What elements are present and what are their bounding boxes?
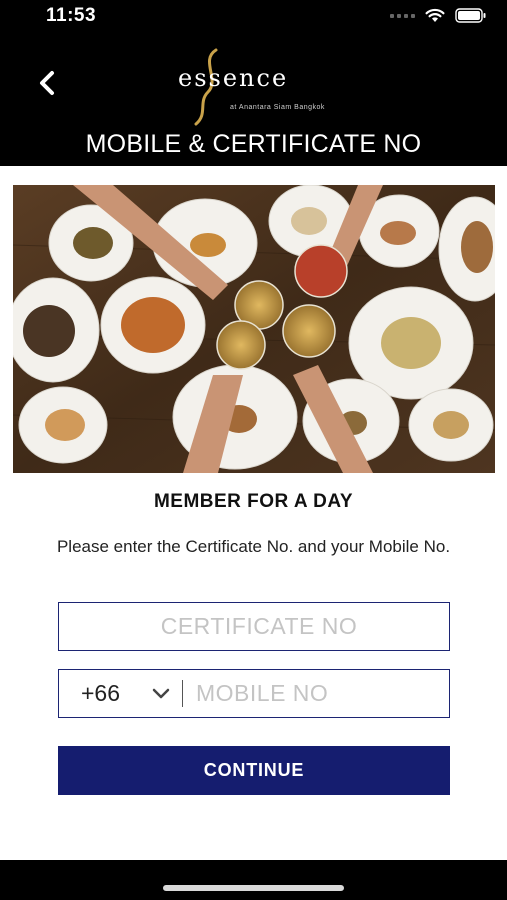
section-title: MEMBER FOR A DAY	[153, 491, 354, 512]
bottom-bar	[0, 860, 507, 900]
chevron-down-icon	[152, 688, 170, 699]
certificate-field[interactable]	[58, 602, 450, 651]
app-header: essence at Anantara Siam Bangkok MOBILE …	[0, 34, 507, 166]
wifi-icon	[425, 8, 445, 22]
certificate-input[interactable]	[59, 603, 449, 650]
home-indicator[interactable]	[163, 885, 344, 891]
status-icons	[390, 8, 487, 23]
back-button[interactable]	[34, 68, 60, 98]
battery-icon	[455, 8, 486, 23]
field-divider	[182, 680, 183, 707]
continue-button[interactable]: CONTINUE	[58, 746, 450, 795]
dining-photo	[13, 185, 495, 473]
hero-image	[13, 185, 495, 473]
logo-wordmark: essence	[178, 64, 289, 92]
page-title: MOBILE & CERTIFICATE NO	[85, 130, 422, 158]
country-code-value: +66	[81, 680, 121, 706]
essence-logo: essence at Anantara Siam Bangkok	[172, 42, 342, 126]
main-content: MEMBER FOR A DAY Please enter the Certif…	[0, 166, 507, 860]
instructions-text: Please enter the Certificate No. and you…	[56, 537, 451, 556]
status-time: 11:53	[46, 5, 97, 26]
chevron-left-icon	[40, 71, 54, 95]
status-bar: 11:53	[0, 0, 507, 34]
cellular-icon	[390, 13, 415, 18]
country-code-select[interactable]: +66	[59, 670, 183, 717]
mobile-field: +66	[58, 669, 450, 718]
mobile-input[interactable]	[196, 670, 446, 717]
logo-subtitle: at Anantara Siam Bangkok	[230, 104, 325, 111]
